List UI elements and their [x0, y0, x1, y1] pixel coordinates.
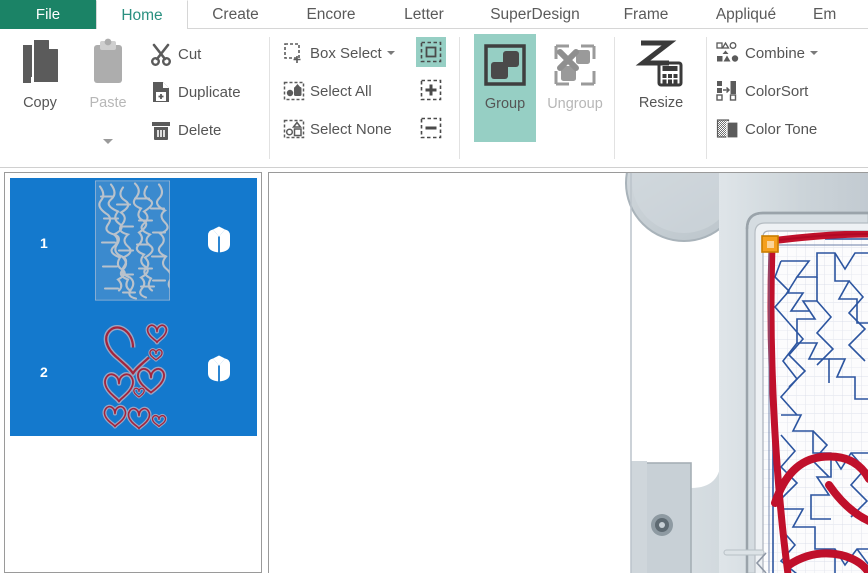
- combine-icon: [715, 40, 741, 66]
- selection-mode-replace-button[interactable]: [416, 37, 446, 67]
- tab-superdesign-label: SuperDesign: [490, 5, 580, 23]
- selection-subtract-icon: [420, 117, 442, 139]
- hearts-outline-thumbnail: [95, 309, 173, 434]
- tab-superdesign[interactable]: SuperDesign: [469, 0, 601, 29]
- combine-caret-icon[interactable]: [810, 51, 819, 55]
- design-canvas[interactable]: [268, 172, 868, 573]
- list-item-number: 1: [40, 234, 48, 251]
- ribbon-group-resize: Resize: [615, 29, 707, 168]
- selection-add-icon: [420, 79, 442, 101]
- tab-home-label: Home: [121, 6, 163, 24]
- design-filmstrip-panel[interactable]: 1 2: [4, 172, 262, 573]
- resize-button-label: Resize: [638, 95, 684, 111]
- select-all-label: Select All: [310, 82, 372, 100]
- resize-button[interactable]: Resize: [628, 37, 694, 142]
- tab-applique[interactable]: Appliqué: [691, 0, 801, 29]
- colorsort-label: ColorSort: [745, 82, 809, 100]
- box-select-button[interactable]: Box Select: [282, 39, 395, 67]
- ribbon: Copy Paste Cut Duplicate Delete Box Sele…: [0, 29, 868, 168]
- select-none-button[interactable]: Select None: [282, 115, 392, 143]
- selection-replace-icon: [420, 41, 442, 63]
- select-all-icon: [282, 79, 306, 103]
- select-all-button[interactable]: Select All: [282, 77, 372, 105]
- tab-encore-label: Encore: [306, 5, 356, 23]
- tab-create-label: Create: [212, 5, 259, 23]
- group-button[interactable]: Group: [474, 34, 536, 142]
- colortone-label: Color Tone: [745, 120, 818, 138]
- tab-file[interactable]: File: [0, 0, 96, 29]
- stipple-fill-thumbnail: [94, 179, 174, 305]
- duplicate-button-label: Duplicate: [178, 83, 241, 101]
- paste-dropdown-caret[interactable]: [103, 139, 113, 144]
- selection-mode-subtract-button[interactable]: [416, 113, 446, 143]
- tab-frame[interactable]: Frame: [601, 0, 691, 29]
- cut-icon: [148, 41, 174, 67]
- filmstrip-selection-area[interactable]: 1 2: [10, 178, 257, 436]
- delete-button[interactable]: Delete: [148, 115, 221, 145]
- box-select-caret-icon[interactable]: [386, 51, 395, 55]
- group-button-label: Group: [484, 96, 526, 112]
- resize-icon: [635, 37, 687, 93]
- colortone-button[interactable]: Color Tone: [715, 115, 817, 143]
- colorsort-button[interactable]: ColorSort: [715, 77, 808, 105]
- tab-create[interactable]: Create: [188, 0, 283, 29]
- tulip-icon: [203, 224, 235, 261]
- tab-embellish[interactable]: Em: [801, 0, 868, 29]
- ribbon-bottom-border: [0, 167, 868, 168]
- paste-button[interactable]: Paste: [76, 37, 140, 142]
- canvas-artwork: [269, 173, 868, 573]
- select-none-label: Select None: [310, 120, 392, 138]
- list-item[interactable]: 2: [10, 307, 257, 436]
- paste-icon: [85, 37, 131, 93]
- tab-file-label: File: [35, 6, 61, 23]
- box-select-label: Box Select: [310, 44, 382, 62]
- ribbon-group-select: Box Select Select All Select None: [270, 29, 460, 168]
- duplicate-button[interactable]: Duplicate: [148, 77, 241, 107]
- combine-label: Combine: [745, 44, 806, 62]
- tab-applique-label: Appliqué: [715, 5, 777, 23]
- tulip-icon: [203, 353, 235, 390]
- duplicate-icon: [148, 79, 174, 105]
- tab-encore[interactable]: Encore: [283, 0, 379, 29]
- combine-button[interactable]: Combine: [715, 39, 819, 67]
- ribbon-group-tools: Combine ColorSort Color Tone: [707, 29, 868, 168]
- tab-home[interactable]: Home: [96, 0, 188, 30]
- cut-button-label: Cut: [178, 45, 202, 63]
- copy-button[interactable]: Copy: [8, 37, 72, 142]
- colortone-icon: [715, 116, 741, 142]
- copy-icon: [17, 37, 63, 93]
- list-item[interactable]: 1: [10, 178, 257, 307]
- trash-icon: [148, 117, 174, 143]
- tab-letter[interactable]: Letter: [379, 0, 469, 29]
- paste-button-label: Paste: [89, 95, 127, 111]
- cut-button[interactable]: Cut: [148, 39, 201, 69]
- ungroup-button-label: Ungroup: [547, 96, 603, 112]
- selection-mode-add-button[interactable]: [416, 75, 446, 105]
- group-icon: [481, 42, 529, 94]
- ribbon-group-groups: Group Ungroup: [460, 29, 615, 168]
- ribbon-tab-bar: File Home Create Encore Letter SuperDesi…: [0, 0, 868, 30]
- tab-frame-label: Frame: [623, 5, 669, 23]
- colorsort-icon: [715, 78, 741, 104]
- tab-embellish-label: Em: [813, 5, 837, 23]
- ribbon-group-clipboard: Copy Paste Cut Duplicate Delete: [0, 29, 270, 168]
- select-none-icon: [282, 117, 306, 141]
- tab-letter-label: Letter: [404, 5, 444, 23]
- box-select-icon: [282, 41, 306, 65]
- ungroup-icon: [551, 42, 599, 94]
- copy-button-label: Copy: [23, 95, 57, 111]
- ungroup-button[interactable]: Ungroup: [540, 34, 610, 142]
- list-item-number: 2: [40, 363, 48, 380]
- delete-button-label: Delete: [178, 121, 222, 139]
